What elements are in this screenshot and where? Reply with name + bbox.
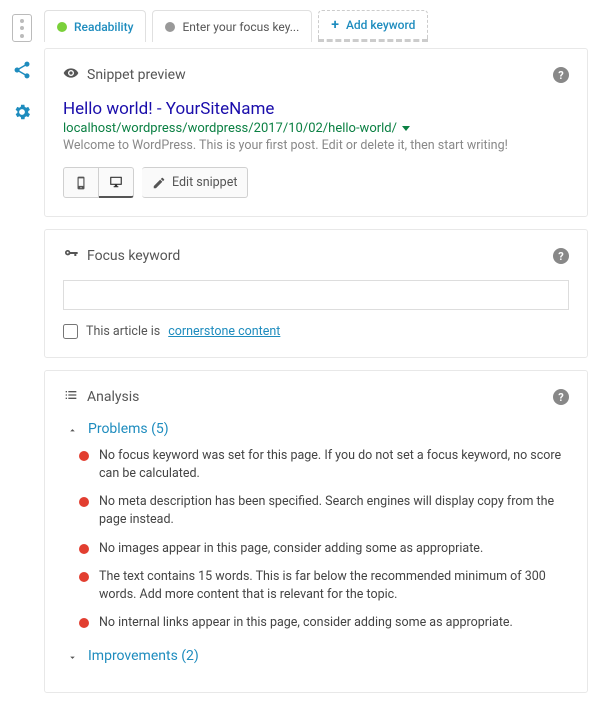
list-icon: [63, 387, 79, 407]
problem-text: The text contains 15 words. This is far …: [99, 568, 569, 604]
problem-item: No internal links appear in this page, c…: [79, 614, 569, 632]
mobile-preview-button[interactable]: [63, 167, 99, 198]
help-icon[interactable]: ?: [553, 67, 569, 83]
analysis-header-label: Analysis: [87, 389, 139, 405]
snippet-panel: Snippet preview ? Hello world! - YourSit…: [44, 48, 588, 217]
focus-keyword-panel: Focus keyword ? This article is cornerst…: [44, 229, 588, 358]
tab-add-keyword[interactable]: + Add keyword: [318, 10, 428, 42]
status-dot-green-icon: [57, 22, 67, 32]
serp-title: Hello world! - YourSiteName: [63, 99, 569, 119]
problem-item: No images appear in this page, consider …: [79, 540, 569, 558]
pencil-icon: [152, 176, 166, 190]
tab-readability[interactable]: Readability: [44, 10, 146, 42]
traffic-light-icon[interactable]: [12, 14, 32, 42]
problem-text: No focus keyword was set for this page. …: [99, 447, 569, 483]
problems-label: Problems (5): [88, 421, 169, 437]
problems-list: No focus keyword was set for this page. …: [79, 447, 569, 632]
chevron-up-icon: [67, 424, 78, 435]
analysis-panel: Analysis ? Problems (5) No focus keyword…: [44, 370, 588, 693]
cornerstone-link[interactable]: cornerstone content: [168, 324, 280, 339]
cornerstone-label-prefix: This article is: [86, 324, 160, 339]
problem-text: No internal links appear in this page, c…: [99, 614, 513, 632]
serp-url-row[interactable]: localhost/wordpress/wordpress/2017/10/02…: [63, 121, 569, 136]
eye-icon: [63, 65, 79, 85]
tab-focus-placeholder: Enter your focus key...: [182, 20, 299, 34]
chevron-down-icon: [67, 651, 78, 662]
help-icon[interactable]: ?: [553, 248, 569, 264]
serp-url: localhost/wordpress/wordpress/2017/10/02…: [63, 121, 397, 136]
problem-item: No focus keyword was set for this page. …: [79, 447, 569, 483]
serp-description: Welcome to WordPress. This is your first…: [63, 138, 569, 153]
mobile-icon: [74, 176, 88, 190]
red-dot-icon: [79, 618, 89, 628]
problems-toggle[interactable]: Problems (5): [67, 421, 569, 437]
red-dot-icon: [79, 451, 89, 461]
snippet-header: Snippet preview: [87, 67, 186, 83]
focus-header: Focus keyword: [87, 248, 180, 264]
problem-item: The text contains 15 words. This is far …: [79, 568, 569, 604]
problem-item: No meta description has been specified. …: [79, 493, 569, 529]
tab-readability-label: Readability: [74, 20, 133, 34]
edit-snippet-button[interactable]: Edit snippet: [142, 167, 248, 198]
improvements-label: Improvements (2): [88, 648, 199, 664]
help-icon[interactable]: ?: [553, 389, 569, 405]
edit-snippet-label: Edit snippet: [172, 175, 237, 190]
focus-keyword-input[interactable]: [63, 280, 569, 310]
red-dot-icon: [79, 497, 89, 507]
improvements-toggle[interactable]: Improvements (2): [67, 648, 569, 664]
tab-focus-keyword[interactable]: Enter your focus key...: [152, 10, 312, 42]
plus-icon: +: [331, 18, 339, 32]
tab-add-keyword-label: Add keyword: [346, 18, 415, 32]
red-dot-icon: [79, 544, 89, 554]
key-icon: [63, 246, 79, 266]
cornerstone-checkbox[interactable]: [63, 324, 78, 339]
status-dot-gray-icon: [165, 22, 175, 32]
caret-down-icon: [402, 126, 410, 131]
desktop-preview-button[interactable]: [99, 167, 134, 198]
red-dot-icon: [79, 572, 89, 582]
gear-icon[interactable]: [12, 102, 32, 126]
problem-text: No images appear in this page, consider …: [99, 540, 483, 558]
share-icon[interactable]: [12, 60, 32, 84]
desktop-icon: [109, 175, 123, 189]
problem-text: No meta description has been specified. …: [99, 493, 569, 529]
